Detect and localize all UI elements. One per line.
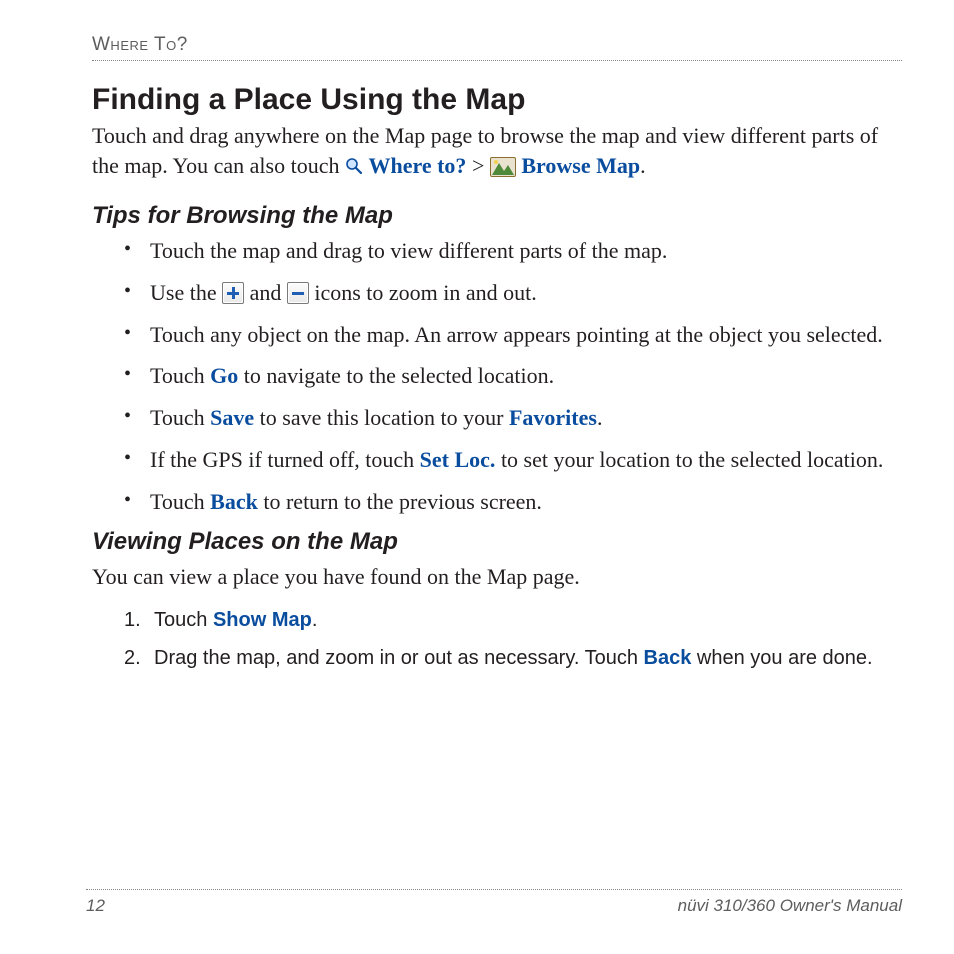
text: and bbox=[244, 280, 287, 305]
intro-end: . bbox=[640, 153, 646, 178]
text: If the GPS if turned off, touch bbox=[150, 447, 420, 472]
tips-heading: Tips for Browsing the Map bbox=[92, 202, 902, 230]
browse-map-icon bbox=[490, 155, 516, 175]
text: to navigate to the selected location. bbox=[238, 363, 554, 388]
where-to-link: Where to? bbox=[368, 153, 466, 178]
list-item: Touch the map and drag to view different… bbox=[124, 236, 902, 266]
favorites-label: Favorites bbox=[509, 405, 597, 430]
text: to set your location to the selected loc… bbox=[495, 447, 883, 472]
text: . bbox=[312, 609, 318, 631]
list-item: Touch Go to navigate to the selected loc… bbox=[124, 361, 902, 391]
zoom-out-icon bbox=[287, 282, 309, 304]
step-item: Touch Show Map. bbox=[124, 606, 902, 634]
text: when you are done. bbox=[691, 647, 872, 669]
list-item: If the GPS if turned off, touch Set Loc.… bbox=[124, 445, 902, 475]
text: Touch bbox=[150, 489, 210, 514]
tips-list: Touch the map and drag to view different… bbox=[92, 236, 902, 516]
list-item: Touch any object on the map. An arrow ap… bbox=[124, 320, 902, 350]
page-footer: 12 nüvi 310/360 Owner's Manual bbox=[86, 889, 902, 916]
list-item: Touch Save to save this location to your… bbox=[124, 403, 902, 433]
back-command: Back bbox=[210, 489, 258, 514]
breadcrumb-separator: > bbox=[472, 153, 490, 178]
text: icons to zoom in and out. bbox=[309, 280, 537, 305]
set-loc-command: Set Loc. bbox=[420, 447, 496, 472]
text: Use the bbox=[150, 280, 222, 305]
back-command: Back bbox=[644, 647, 692, 669]
list-item: Use the and icons to zoom in and out. bbox=[124, 278, 902, 308]
show-map-command: Show Map bbox=[213, 609, 312, 631]
running-head: Where To? bbox=[92, 34, 902, 61]
page-heading: Finding a Place Using the Map bbox=[92, 83, 902, 117]
text: to return to the previous screen. bbox=[258, 489, 542, 514]
text: Touch bbox=[154, 609, 213, 631]
magnifier-icon bbox=[345, 153, 363, 171]
zoom-in-icon bbox=[222, 282, 244, 304]
text: . bbox=[597, 405, 603, 430]
manual-page: Where To? Finding a Place Using the Map … bbox=[0, 0, 954, 954]
text: Touch bbox=[150, 363, 210, 388]
step-item: Drag the map, and zoom in or out as nece… bbox=[124, 644, 902, 672]
browse-map-link: Browse Map bbox=[521, 153, 640, 178]
text: Drag the map, and zoom in or out as nece… bbox=[154, 647, 644, 669]
intro-paragraph: Touch and drag anywhere on the Map page … bbox=[92, 121, 902, 180]
save-command: Save bbox=[210, 405, 254, 430]
text: Touch bbox=[150, 405, 210, 430]
steps-list: Touch Show Map. Drag the map, and zoom i… bbox=[92, 606, 902, 672]
manual-title: nüvi 310/360 Owner's Manual bbox=[678, 896, 902, 916]
text: to save this location to your bbox=[254, 405, 509, 430]
viewing-paragraph: You can view a place you have found on t… bbox=[92, 562, 902, 592]
list-item: Touch Back to return to the previous scr… bbox=[124, 487, 902, 517]
page-number: 12 bbox=[86, 896, 105, 916]
go-command: Go bbox=[210, 363, 238, 388]
viewing-heading: Viewing Places on the Map bbox=[92, 528, 902, 556]
